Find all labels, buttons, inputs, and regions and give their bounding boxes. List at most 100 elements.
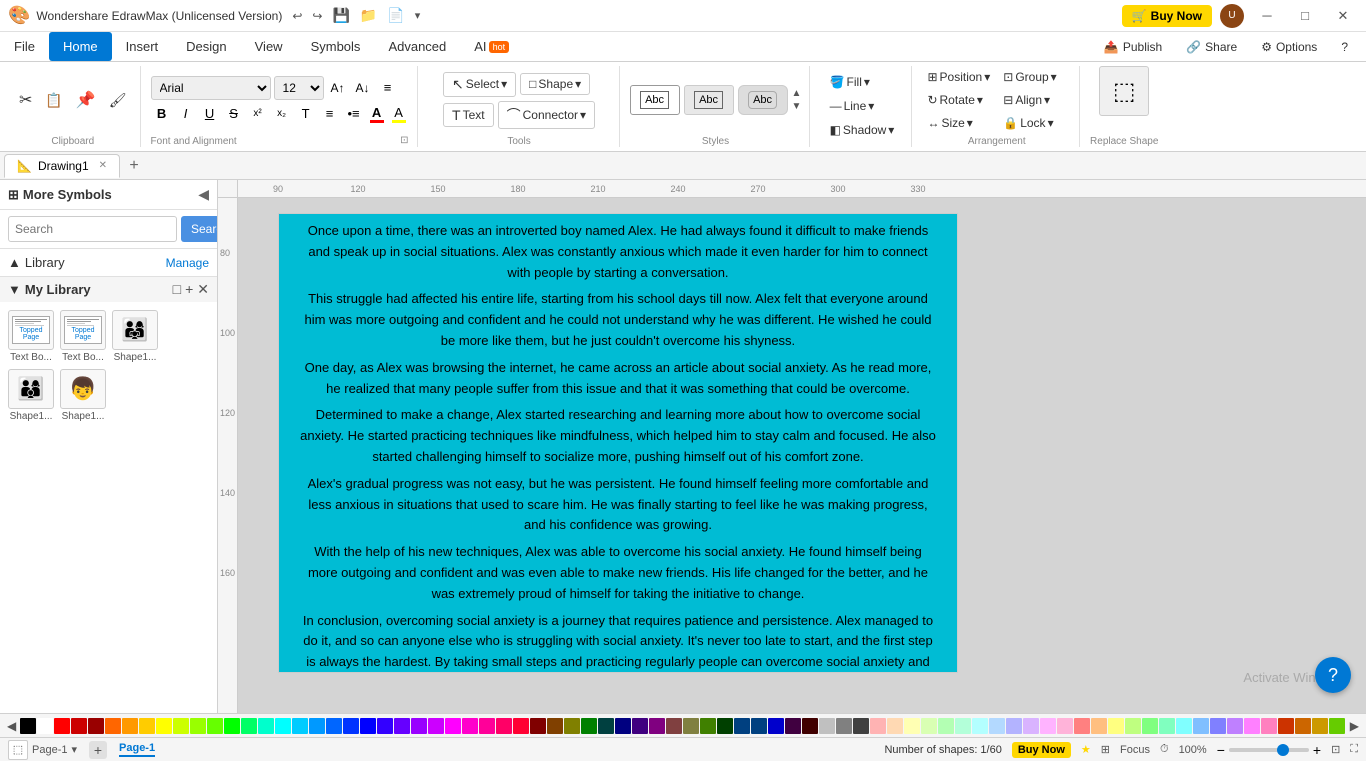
thumbnail-item-textbox2[interactable]: Topped Page Text Bo... <box>60 310 106 363</box>
sidebar-collapse-button[interactable]: ◀ <box>198 186 209 203</box>
text-format-button[interactable]: T <box>295 103 317 125</box>
align-button[interactable]: ≡ <box>377 77 399 99</box>
color-swatch[interactable] <box>241 718 257 734</box>
more-button[interactable]: ▾ <box>411 7 425 24</box>
color-swatch[interactable] <box>496 718 512 734</box>
color-swatch[interactable] <box>411 718 427 734</box>
color-swatch[interactable] <box>683 718 699 734</box>
layers-icon[interactable]: ⊞ <box>1101 743 1110 756</box>
menu-item-view[interactable]: View <box>241 32 297 61</box>
subscript-button[interactable]: x₂ <box>271 103 293 125</box>
color-swatch[interactable] <box>1278 718 1294 734</box>
color-swatch[interactable] <box>1125 718 1141 734</box>
decrease-font-button[interactable]: A↓ <box>352 77 374 99</box>
menu-item-advanced[interactable]: Advanced <box>374 32 460 61</box>
color-swatch[interactable] <box>1057 718 1073 734</box>
rotate-button[interactable]: ↻ Rotate ▾ <box>922 90 995 110</box>
color-swatch[interactable] <box>207 718 223 734</box>
color-swatch[interactable] <box>71 718 87 734</box>
thumbnail-item-shape1[interactable]: 👨‍👩‍👧 Shape1... <box>112 310 158 363</box>
color-swatch[interactable] <box>581 718 597 734</box>
color-swatch[interactable] <box>445 718 461 734</box>
text-button[interactable]: T Text <box>443 103 494 127</box>
align-btn[interactable]: ⊟ Align ▾ <box>998 90 1071 110</box>
color-swatch[interactable] <box>326 718 342 734</box>
color-swatch[interactable] <box>836 718 852 734</box>
color-swatch[interactable] <box>1227 718 1243 734</box>
color-swatch[interactable] <box>20 718 36 734</box>
color-swatch[interactable] <box>156 718 172 734</box>
fill-button[interactable]: 🪣 Fill ▾ <box>825 72 900 92</box>
color-swatch[interactable] <box>649 718 665 734</box>
menu-item-file[interactable]: File <box>0 32 49 61</box>
color-swatch[interactable] <box>54 718 70 734</box>
color-swatch[interactable] <box>292 718 308 734</box>
tab-drawing1[interactable]: 📐 Drawing1 ✕ <box>4 154 120 178</box>
list-button[interactable]: ≡ <box>319 103 341 125</box>
fullscreen-icon[interactable]: ⛶ <box>1350 743 1358 756</box>
color-swatch[interactable] <box>768 718 784 734</box>
color-swatch[interactable] <box>904 718 920 734</box>
bold-button[interactable]: B <box>151 103 173 125</box>
style-thumb-2[interactable]: Abc <box>684 85 734 115</box>
color-swatch[interactable] <box>1261 718 1277 734</box>
strikethrough-button[interactable]: S <box>223 103 245 125</box>
styles-scroll[interactable]: ▲ ▼ <box>792 88 802 113</box>
format-painter-button[interactable]: 🖌 <box>104 89 132 112</box>
menu-item-ai[interactable]: AI hot <box>460 32 523 61</box>
replace-shape-icon[interactable]: ⬚ <box>1099 66 1149 116</box>
zoom-out-button[interactable]: − <box>1217 742 1225 758</box>
bullet-button[interactable]: •≡ <box>343 103 365 125</box>
color-swatch[interactable] <box>955 718 971 734</box>
color-swatch[interactable] <box>1210 718 1226 734</box>
page-dropdown-arrow[interactable]: ▾ <box>71 743 77 756</box>
color-swatch[interactable] <box>428 718 444 734</box>
increase-font-button[interactable]: A↑ <box>327 77 349 99</box>
page-preview-icon[interactable]: ⬚ <box>8 740 28 760</box>
copy-button[interactable]: 📋 <box>40 89 67 112</box>
color-swatch[interactable] <box>598 718 614 734</box>
color-swatch[interactable] <box>479 718 495 734</box>
new-button[interactable]: 📄 <box>383 5 408 26</box>
color-swatch[interactable] <box>224 718 240 734</box>
color-swatch[interactable] <box>360 718 376 734</box>
my-library-rename-button[interactable]: □ <box>173 281 181 298</box>
font-family-select[interactable]: Arial <box>151 76 271 100</box>
focus-label[interactable]: Focus <box>1120 744 1150 756</box>
options-button[interactable]: ⚙ Options <box>1253 37 1325 57</box>
color-swatch[interactable] <box>1006 718 1022 734</box>
color-swatch[interactable] <box>734 718 750 734</box>
color-swatch[interactable] <box>666 718 682 734</box>
thumbnail-item-shape2[interactable]: 👨‍👩‍👦 Shape1... <box>8 369 54 422</box>
color-swatch[interactable] <box>1312 718 1328 734</box>
color-swatch[interactable] <box>751 718 767 734</box>
font-size-select[interactable]: 12 <box>274 76 324 100</box>
color-swatch[interactable] <box>530 718 546 734</box>
color-swatch[interactable] <box>37 718 53 734</box>
color-swatch[interactable] <box>190 718 206 734</box>
color-swatch[interactable] <box>564 718 580 734</box>
publish-button[interactable]: 📤 Publish <box>1096 37 1170 57</box>
color-swatch[interactable] <box>989 718 1005 734</box>
color-swatch[interactable] <box>462 718 478 734</box>
buy-now-button[interactable]: 🛒 Buy Now <box>1122 5 1212 27</box>
close-button[interactable]: ✕ <box>1328 6 1358 26</box>
color-swatch[interactable] <box>632 718 648 734</box>
color-swatch[interactable] <box>717 718 733 734</box>
color-swatch[interactable] <box>1193 718 1209 734</box>
share-button[interactable]: 🔗 Share <box>1178 37 1245 57</box>
font-color-button[interactable]: A <box>367 104 387 124</box>
restore-button[interactable]: □ <box>1290 6 1320 26</box>
zoom-in-button[interactable]: + <box>1313 742 1321 758</box>
color-swatch[interactable] <box>258 718 274 734</box>
user-avatar[interactable]: U <box>1220 4 1244 28</box>
color-swatch[interactable] <box>819 718 835 734</box>
color-swatch[interactable] <box>377 718 393 734</box>
group-button[interactable]: ⊡ Group ▾ <box>998 67 1071 87</box>
color-swatch[interactable] <box>1295 718 1311 734</box>
tab-add-button[interactable]: + <box>122 154 146 178</box>
palette-left-arrow[interactable]: ◀ <box>4 719 19 733</box>
select-button[interactable]: ↖ Select ▾ <box>443 72 516 97</box>
search-button[interactable]: Search <box>181 216 218 242</box>
line-button[interactable]: — Line ▾ <box>825 96 900 116</box>
